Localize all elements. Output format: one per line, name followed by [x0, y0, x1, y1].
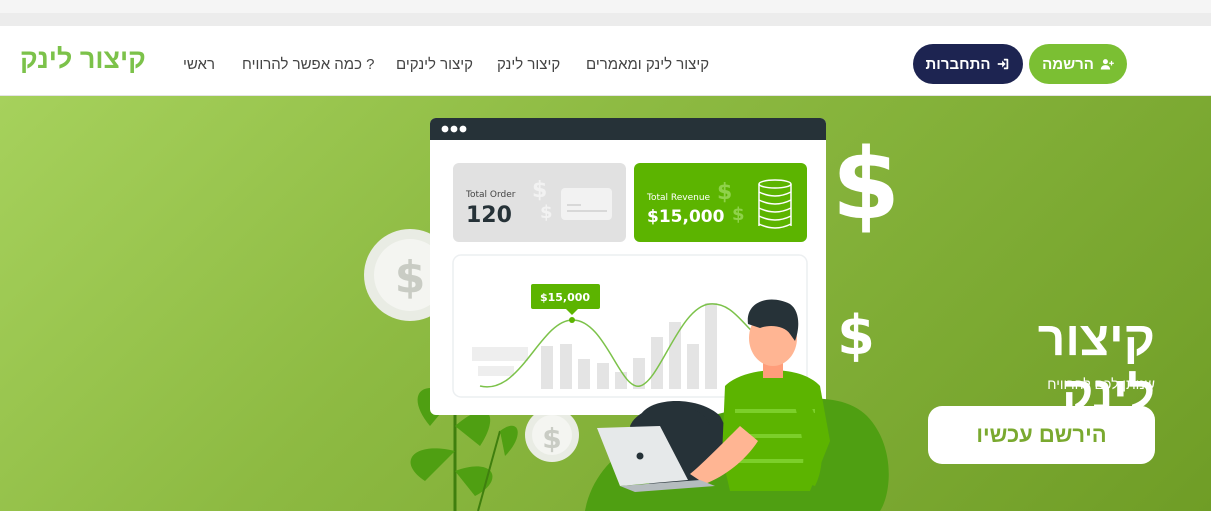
- nav-item-home[interactable]: ראשי: [183, 56, 215, 73]
- chart-tooltip-value: $15,000: [540, 291, 590, 304]
- nav-item-how-much-earn[interactable]: ? כמה אפשר להרוויח: [242, 56, 375, 73]
- login-button[interactable]: התחברות: [913, 44, 1023, 84]
- user-plus-icon: [1100, 59, 1114, 70]
- hero-section: $ $ $ $ Total Order 120 $ $ Total Revenu…: [0, 96, 1211, 511]
- dollar-sign-large-icon: $: [832, 128, 900, 242]
- coin-small-icon: $: [525, 408, 579, 462]
- hero-subtitle: שנותן לכם להרוויח: [1047, 376, 1155, 392]
- total-order-value: 120: [466, 203, 512, 228]
- svg-text:$: $: [395, 252, 426, 303]
- svg-text:$: $: [542, 422, 561, 455]
- navbar: קיצור לינק ראשי ? כמה אפשר להרוויח קיצור…: [0, 26, 1211, 96]
- nav-item-short-link[interactable]: קיצור לינק: [497, 56, 560, 73]
- total-revenue-value: $15,000: [647, 207, 725, 227]
- dollar-sign-small-icon: $: [837, 304, 875, 367]
- browser-top-strip-secondary: [0, 13, 1211, 26]
- register-label: הרשמה: [1042, 55, 1094, 73]
- svg-text:$: $: [732, 204, 745, 225]
- browser-top-strip: [0, 0, 1211, 13]
- register-button[interactable]: הרשמה: [1029, 44, 1127, 84]
- nav-item-link-shortening[interactable]: קיצור לינקים: [396, 56, 473, 73]
- nav-item-links-and-articles[interactable]: קיצור לינק ומאמרים: [586, 56, 709, 73]
- svg-text:$: $: [532, 178, 547, 203]
- brand-logo[interactable]: קיצור לינק: [20, 44, 146, 75]
- login-label: התחברות: [925, 55, 991, 73]
- svg-text:$: $: [540, 202, 553, 223]
- sign-in-icon: [998, 58, 1009, 70]
- register-now-button[interactable]: הירשם עכשיו: [928, 406, 1155, 464]
- svg-text:$: $: [717, 180, 732, 205]
- total-order-label: Total Order: [465, 190, 516, 200]
- total-revenue-label: Total Revenue: [646, 193, 711, 203]
